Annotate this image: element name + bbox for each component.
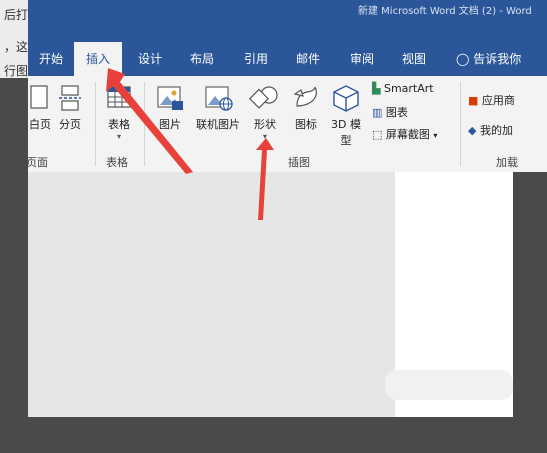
pictures-button[interactable]: 图片 bbox=[150, 84, 190, 132]
my-addins-label: 我的加 bbox=[479, 124, 513, 137]
chart-button[interactable]: ▥ 图表 bbox=[372, 104, 408, 120]
3d-models-label-line2: 型 bbox=[340, 134, 352, 147]
smartart-button[interactable]: ▙ SmartArt bbox=[372, 82, 434, 95]
pages-group-label: 页面 bbox=[26, 156, 48, 169]
outer-background bbox=[513, 172, 547, 453]
ribbon-tabs: 开始 插入 设计 布局 引用 邮件 审阅 视图 ◯ 告诉我你 bbox=[28, 42, 547, 76]
store-button[interactable]: ■ 应用商 bbox=[468, 92, 515, 108]
chevron-down-icon: ▾ bbox=[116, 132, 121, 141]
3d-models-button[interactable]: 3D 模 型 bbox=[326, 84, 366, 148]
cube-icon bbox=[333, 85, 359, 112]
blurred-watermark bbox=[385, 370, 513, 400]
smartart-icon: ▙ bbox=[372, 82, 381, 95]
tab-review[interactable]: 审阅 bbox=[340, 42, 384, 76]
page-break-button[interactable]: 分页 bbox=[52, 84, 88, 132]
title-bar: 新建 Microsoft Word 文档 (2) - Word bbox=[28, 0, 547, 42]
illustrations-group-label: 插图 bbox=[288, 156, 310, 169]
chevron-down-icon: ▾ bbox=[262, 132, 267, 141]
3d-models-label-line1: 3D 模 bbox=[331, 118, 361, 131]
background-text-3: 行图 bbox=[4, 64, 29, 78]
tell-me-search[interactable]: ◯ 告诉我你 bbox=[456, 42, 521, 76]
pictures-label: 图片 bbox=[159, 118, 181, 131]
store-icon: ■ bbox=[468, 94, 479, 107]
shapes-label: 形状 bbox=[254, 118, 276, 131]
online-pictures-button[interactable]: 联机图片 bbox=[190, 84, 246, 132]
group-divider bbox=[144, 82, 145, 166]
table-button[interactable]: 表格 ▾ bbox=[100, 84, 138, 141]
icons-label: 图标 bbox=[295, 118, 317, 131]
table-icon bbox=[107, 86, 131, 108]
store-label: 应用商 bbox=[481, 94, 515, 107]
online-picture-icon bbox=[205, 86, 233, 111]
ribbon-insert: 白页 分页 页面 表格 ▾ 表格 图片 联机图片 形状 ▾ 图标 3D 模 型 … bbox=[26, 76, 547, 173]
picture-icon bbox=[157, 86, 183, 110]
outer-background bbox=[0, 417, 547, 453]
tables-group-label: 表格 bbox=[106, 156, 128, 169]
chart-icon: ▥ bbox=[372, 106, 383, 119]
chevron-down-icon: ▾ bbox=[433, 131, 438, 140]
tab-home[interactable]: 开始 bbox=[28, 42, 74, 76]
blank-page-icon bbox=[30, 85, 48, 109]
screenshot-label: 屏幕截图 bbox=[385, 128, 430, 141]
my-addins-button[interactable]: ◆ 我的加 bbox=[468, 122, 513, 138]
online-pictures-label: 联机图片 bbox=[196, 118, 240, 131]
tab-view[interactable]: 视图 bbox=[392, 42, 436, 76]
group-divider bbox=[460, 82, 461, 166]
tab-insert[interactable]: 插入 bbox=[74, 42, 122, 76]
page-break-label: 分页 bbox=[59, 118, 81, 131]
addins-group-label: 加载 bbox=[496, 156, 518, 169]
shapes-button[interactable]: 形状 ▾ bbox=[246, 84, 284, 141]
tab-references[interactable]: 引用 bbox=[234, 42, 278, 76]
icons-gallery-icon bbox=[293, 86, 317, 107]
group-divider bbox=[95, 82, 96, 166]
tab-mailings[interactable]: 邮件 bbox=[286, 42, 330, 76]
my-addins-icon: ◆ bbox=[468, 124, 477, 137]
page-break-icon bbox=[59, 85, 81, 111]
window-title: 新建 Microsoft Word 文档 (2) - Word bbox=[358, 6, 532, 17]
smartart-label: SmartArt bbox=[383, 82, 434, 95]
chart-label: 图表 bbox=[385, 106, 408, 119]
background-text-2: ，这 bbox=[4, 40, 29, 54]
lightbulb-icon: ◯ bbox=[456, 52, 470, 66]
tab-layout[interactable]: 布局 bbox=[180, 42, 224, 76]
screenshot-button[interactable]: ⬚ 屏幕截图 ▾ bbox=[372, 126, 437, 142]
screenshot-icon: ⬚ bbox=[372, 128, 383, 141]
tell-me-label: 告诉我你 bbox=[473, 52, 522, 66]
shapes-icon bbox=[249, 86, 278, 109]
table-label: 表格 bbox=[108, 118, 130, 131]
tab-design[interactable]: 设计 bbox=[128, 42, 172, 76]
icons-button[interactable]: 图标 bbox=[286, 84, 326, 132]
